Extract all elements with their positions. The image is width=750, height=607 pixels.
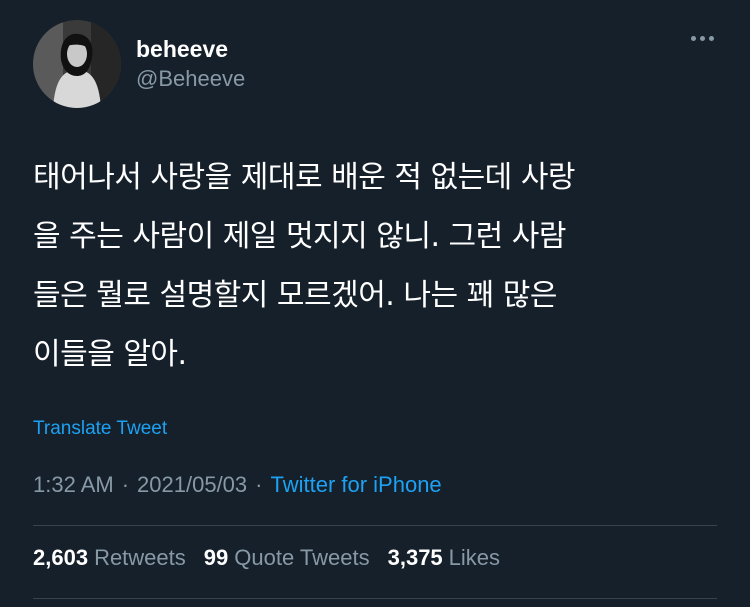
tweet-source-link[interactable]: Twitter for iPhone (270, 472, 441, 497)
retweets-label: Retweets (94, 545, 186, 570)
avatar-image (33, 20, 121, 108)
likes-count: 3,375 (387, 545, 443, 570)
tweet-text-line: 을 주는 사람이 제일 멋지지 않니. 그런 사람 (33, 219, 567, 254)
tweet-stats: 2,603 Retweets 99 Quote Tweets 3,375 Likes (33, 545, 500, 571)
meta-separator: · (255, 472, 263, 497)
tweet-text-line: 태어나서 사랑을 제대로 배운 적 없는데 사랑 (33, 160, 576, 195)
quote-tweets-stat[interactable]: 99 Quote Tweets (204, 545, 370, 571)
tweet-text-line: 이들을 알아. (33, 337, 187, 372)
tweet-meta: 1:32 AM · 2021/05/03 · Twitter for iPhone (33, 472, 442, 498)
tweet-card: beheeve @Beheeve 태어나서 사랑을 제대로 배운 적 없는데 사… (0, 0, 750, 607)
more-dot (709, 36, 714, 41)
quote-tweets-count: 99 (203, 545, 229, 570)
tweet-time[interactable]: 1:32 AM (33, 472, 114, 497)
user-names: beheeve @Beheeve (136, 35, 245, 94)
divider (33, 598, 717, 599)
more-horizontal-icon[interactable] (691, 36, 714, 41)
tweet-text-line: 들은 뭘로 설명할지 모르겠어. 나는 꽤 많은 (33, 278, 557, 313)
avatar[interactable] (33, 20, 121, 108)
more-dot (691, 36, 696, 41)
likes-stat[interactable]: 3,375 Likes (388, 545, 500, 571)
quote-tweets-label: Quote Tweets (234, 545, 370, 570)
divider (33, 525, 717, 526)
retweets-stat[interactable]: 2,603 Retweets (33, 545, 186, 571)
more-dot (700, 36, 705, 41)
tweet-header: beheeve @Beheeve (33, 20, 245, 108)
user-handle[interactable]: @Beheeve (136, 64, 245, 94)
tweet-text: 태어나서 사랑을 제대로 배운 적 없는데 사랑 을 주는 사람이 제일 멋지지… (33, 148, 723, 384)
display-name[interactable]: beheeve (136, 35, 245, 64)
retweets-count: 2,603 (33, 545, 89, 570)
translate-tweet-link[interactable]: Translate Tweet (33, 418, 167, 440)
meta-separator: · (121, 472, 130, 497)
tweet-date[interactable]: 2021/05/03 (137, 472, 247, 497)
likes-label: Likes (448, 545, 501, 570)
